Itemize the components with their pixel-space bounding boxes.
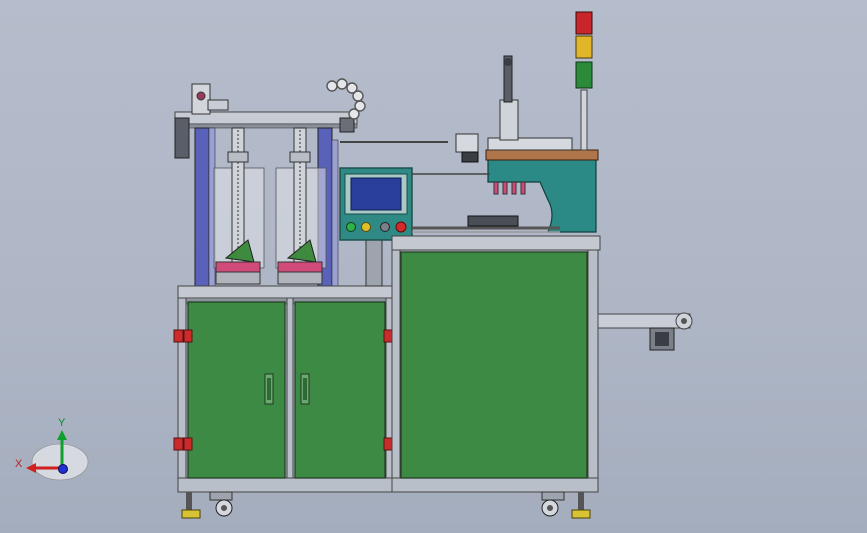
y-axis-label: Y <box>58 417 66 429</box>
tower-green-lamp <box>575 61 593 89</box>
casters-and-leveling-feet <box>181 491 591 519</box>
tower-yellow-lamp <box>575 35 593 59</box>
hmi-touch-screen <box>350 177 402 211</box>
stop-button <box>361 222 371 232</box>
signal-tower-light <box>575 11 593 151</box>
left-magazine-stack <box>213 127 265 285</box>
left-cabinet-door-right <box>294 301 386 479</box>
z-axis-dot <box>58 464 68 474</box>
left-cabinet-door-left <box>187 301 286 479</box>
right-cabinet-panel <box>400 251 588 479</box>
reset-button <box>380 222 390 232</box>
output-conveyor <box>597 312 693 351</box>
cad-assembly-view: Y X <box>15 11 693 519</box>
tower-red-lamp <box>575 11 593 35</box>
left-blue-column <box>194 127 216 287</box>
coordinate-triad: Y X <box>15 417 89 481</box>
start-button <box>346 222 356 232</box>
emergency-stop-button <box>395 221 407 233</box>
x-axis-label: X <box>15 458 23 470</box>
